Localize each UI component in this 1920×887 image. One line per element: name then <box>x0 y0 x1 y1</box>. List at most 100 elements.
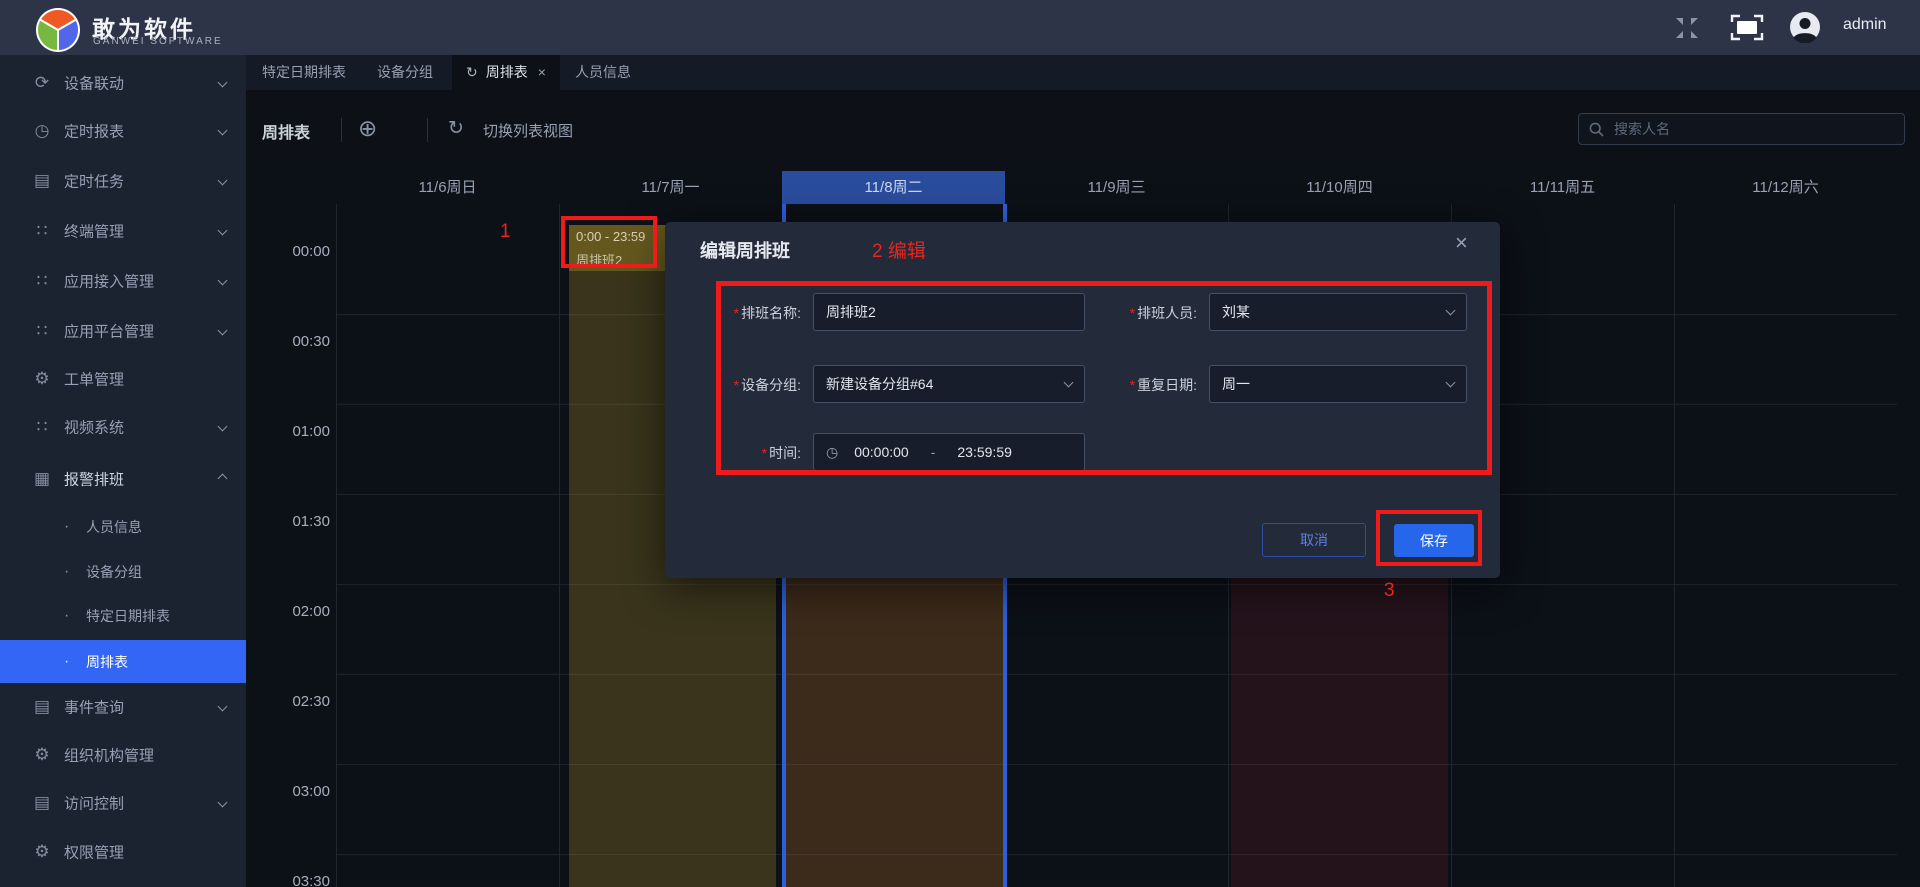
schedule-name-input[interactable]: 周排班2 <box>813 293 1085 331</box>
tab-personnel-info[interactable]: 人员信息 <box>575 55 631 90</box>
sidebar-item-personnel-info[interactable]: · 人员信息 <box>0 505 246 549</box>
time-end-value: 23:59:59 <box>957 444 1012 460</box>
collapse-arrows-icon[interactable] <box>1672 16 1702 40</box>
username[interactable]: admin <box>1843 16 1887 34</box>
time-label: 01:00 <box>292 423 330 440</box>
sidebar-item-app-access-mgmt[interactable]: ∷ 应用接入管理 <box>0 257 246 305</box>
chevron-down-icon <box>217 77 228 88</box>
time-range-picker[interactable]: ◷ 00:00:00 - 23:59:59 <box>813 433 1085 471</box>
device-group-select[interactable]: 新建设备分组#64 <box>813 365 1085 403</box>
day-header-thu[interactable]: 11/10周四 <box>1228 171 1451 204</box>
document-icon: ▤ <box>33 697 51 716</box>
close-dialog-icon[interactable]: × <box>1455 230 1468 256</box>
cancel-button[interactable]: 取消 <box>1262 523 1366 557</box>
repeat-date-select[interactable]: 周一 <box>1209 365 1467 403</box>
tab-specific-date-schedule[interactable]: 特定日期排表 <box>262 55 346 90</box>
person-label: * 排班人员: <box>1129 305 1197 321</box>
switch-view-icon[interactable]: ↻ <box>448 117 464 140</box>
time-label: 02:30 <box>292 693 330 710</box>
fullscreen-icon[interactable] <box>1730 14 1764 41</box>
bullet-icon: · <box>64 563 70 580</box>
clock-icon: ◷ <box>826 443 839 460</box>
grid-icon: ∷ <box>36 321 48 340</box>
search-icon <box>1589 122 1604 137</box>
grid-icon: ∷ <box>36 221 48 240</box>
document-icon: ▤ <box>33 793 51 812</box>
chevron-down-icon <box>217 125 228 136</box>
time-label: 02:00 <box>292 603 330 620</box>
chevron-down-icon <box>217 701 228 712</box>
bullet-icon: · <box>64 607 70 624</box>
chevron-down-icon <box>217 175 228 186</box>
day-header-mon[interactable]: 11/7周一 <box>559 171 782 204</box>
sidebar-item-timed-reports[interactable]: ◷ 定时报表 <box>0 107 246 155</box>
annotation-step-2: 2 编辑 <box>872 241 926 262</box>
day-header-sun[interactable]: 11/6周日 <box>336 171 559 204</box>
chevron-down-icon <box>217 225 228 236</box>
sidebar-item-app-platform-mgmt[interactable]: ∷ 应用平台管理 <box>0 307 246 355</box>
sidebar: ⟳ 设备联动 ◷ 定时报表 ▤ 定时任务 ∷ 终端管理 ∷ 应用接入管理 ∷ 应… <box>0 55 246 887</box>
sidebar-item-specific-date-schedule[interactable]: · 特定日期排表 <box>0 594 246 638</box>
sidebar-item-alarm-scheduling[interactable]: ▦ 报警排班 <box>0 455 246 503</box>
app-window: 敢为软件 GANWEI SOFTWARE admin ⟳ 设备联动 ◷ 定时报表… <box>0 0 1920 887</box>
save-button[interactable]: 保存 <box>1394 524 1474 557</box>
edit-weekly-schedule-dialog: 编辑周排班 × * 排班名称: 周排班2 * 排班人员: 刘某 * 设备分组: 新建设… <box>665 222 1500 578</box>
sidebar-item-work-order-mgmt[interactable]: ⚙ 工单管理 <box>0 355 246 403</box>
time-label: 03:00 <box>292 783 330 800</box>
sidebar-item-device-group[interactable]: · 设备分组 <box>0 550 246 594</box>
tab-weekly-schedule-active[interactable]: ↻ 周排表 × <box>452 55 560 90</box>
day-header-sat[interactable]: 11/12周六 <box>1674 171 1897 204</box>
chevron-down-icon <box>217 421 228 432</box>
divider <box>341 118 342 142</box>
brand-subtitle: GANWEI SOFTWARE <box>93 36 223 47</box>
time-label: 03:30 <box>292 873 330 887</box>
link-icon: ⟳ <box>34 73 50 92</box>
search-input[interactable] <box>1612 120 1894 138</box>
sidebar-item-permission-mgmt[interactable]: ⚙ 权限管理 <box>0 828 246 876</box>
close-tab-icon[interactable]: × <box>538 64 546 80</box>
sidebar-item-video-system[interactable]: ∷ 视频系统 <box>0 403 246 451</box>
person-select[interactable]: 刘某 <box>1209 293 1467 331</box>
sidebar-item-weekly-schedule[interactable]: · 周排表 <box>0 640 246 683</box>
group-label: * 设备分组: <box>733 377 801 393</box>
day-header-fri[interactable]: 11/11周五 <box>1451 171 1674 204</box>
tab-bar: 特定日期排表 设备分组 ↻ 周排表 × 人员信息 <box>246 55 1920 90</box>
time-label: * 时间: <box>761 445 801 461</box>
sidebar-item-terminal-mgmt[interactable]: ∷ 终端管理 <box>0 207 246 255</box>
time-start-value: 00:00:00 <box>854 444 909 460</box>
tab-device-group[interactable]: 设备分组 <box>377 55 433 90</box>
time-label: 00:30 <box>292 333 330 350</box>
time-label: 00:00 <box>292 243 330 260</box>
gear-icon: ⚙ <box>34 745 50 764</box>
clock-icon: ◷ <box>34 121 50 140</box>
grid-icon: ∷ <box>36 271 48 290</box>
toolbar: 周排表 ⊕ ↻ 切换列表视图 <box>246 90 1920 171</box>
sidebar-item-access-control[interactable]: ▤ 访问控制 <box>0 779 246 827</box>
chevron-down-icon <box>217 797 228 808</box>
day-header-wed[interactable]: 11/9周三 <box>1005 171 1228 204</box>
switch-list-view-button[interactable]: 切换列表视图 <box>483 120 573 141</box>
day-header-tue-active[interactable]: 11/8周二 <box>782 171 1005 204</box>
repeat-label: * 重复日期: <box>1129 377 1197 393</box>
sidebar-item-timed-tasks[interactable]: ▤ 定时任务 <box>0 157 246 205</box>
avatar[interactable] <box>1789 11 1821 43</box>
event-name: 周排班2 <box>576 253 623 268</box>
divider <box>427 118 428 142</box>
search-box <box>1578 113 1905 145</box>
chevron-down-icon <box>1063 377 1074 387</box>
sidebar-item-device-linkage[interactable]: ⟳ 设备联动 <box>0 59 246 107</box>
chevron-down-icon <box>1445 305 1456 315</box>
gear-icon: ⚙ <box>34 842 50 861</box>
name-label: * 排班名称: <box>733 305 801 321</box>
add-schedule-button[interactable]: ⊕ <box>358 115 377 142</box>
refresh-icon[interactable]: ↻ <box>466 64 478 80</box>
sidebar-item-org-mgmt[interactable]: ⚙ 组织机构管理 <box>0 731 246 779</box>
grid-icon: ∷ <box>36 417 48 436</box>
brand-logo-icon <box>35 7 81 52</box>
dialog-title: 编辑周排班 <box>700 241 790 261</box>
bullet-icon: · <box>64 518 70 535</box>
sidebar-item-event-query[interactable]: ▤ 事件查询 <box>0 683 246 731</box>
chevron-down-icon <box>1445 377 1456 387</box>
bullet-icon: · <box>64 652 70 670</box>
chevron-down-icon <box>217 325 228 336</box>
